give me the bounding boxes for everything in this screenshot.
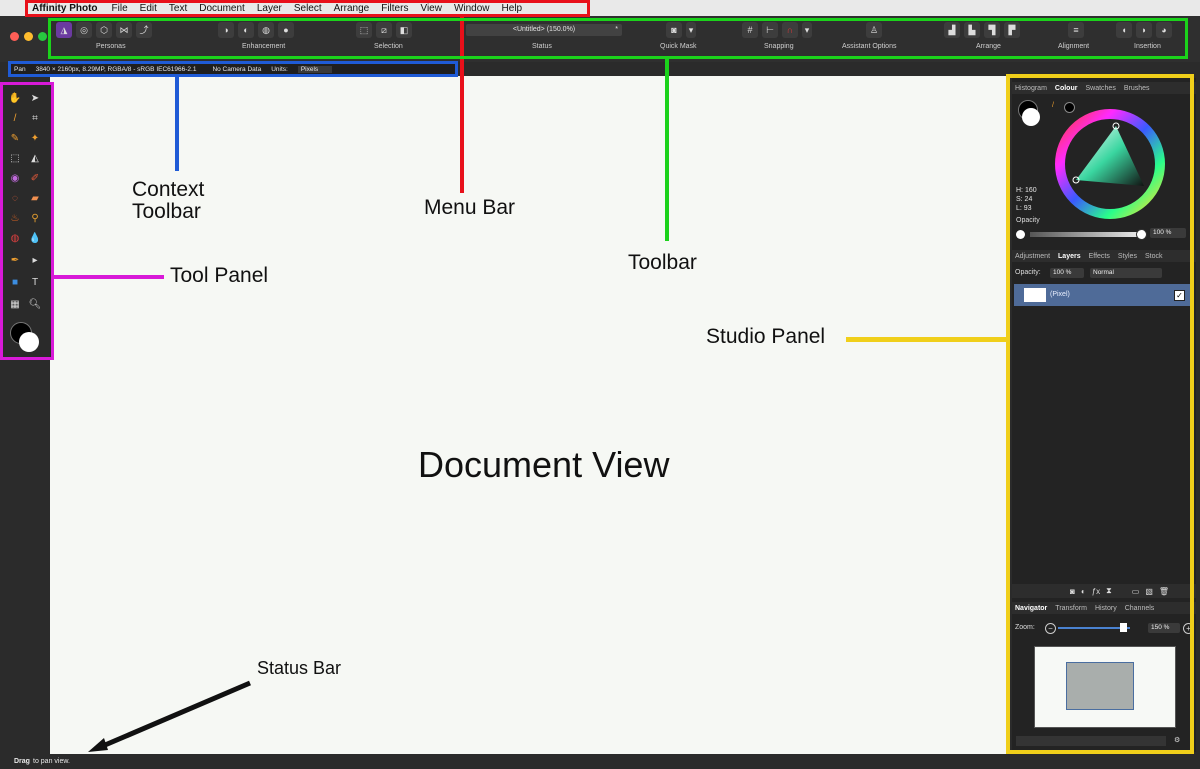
studio-panel-highlight bbox=[1006, 74, 1194, 754]
tool-panel-highlight bbox=[0, 82, 54, 360]
status-bar-annotation: Status Bar bbox=[257, 658, 342, 678]
context-toolbar-pointer bbox=[175, 77, 179, 171]
context-toolbar-annotation-line1: Context bbox=[132, 178, 205, 201]
status-bar: Drag to pan view. bbox=[0, 754, 1200, 769]
tool-panel-pointer bbox=[54, 275, 164, 279]
context-toolbar-annotation-line2: Toolbar bbox=[132, 200, 201, 223]
minimize-window-button[interactable] bbox=[24, 32, 33, 41]
menu-bar-highlight bbox=[25, 0, 590, 17]
toolbar-highlight bbox=[48, 18, 1188, 59]
toolbar-annotation: Toolbar bbox=[628, 251, 697, 274]
close-window-button[interactable] bbox=[10, 32, 19, 41]
zoom-window-button[interactable] bbox=[38, 32, 47, 41]
status-hint-bold: Drag bbox=[14, 758, 30, 765]
status-hint-text: to pan view. bbox=[33, 758, 70, 765]
studio-panel-pointer bbox=[846, 337, 1006, 342]
document-view-annotation: Document View bbox=[418, 444, 670, 485]
status-bar-arrow bbox=[88, 680, 251, 752]
apple-icon[interactable] bbox=[10, 2, 22, 14]
context-toolbar-highlight bbox=[8, 61, 458, 77]
tool-panel-annotation: Tool Panel bbox=[170, 264, 269, 287]
studio-panel-annotation: Studio Panel bbox=[706, 325, 826, 348]
menu-bar-annotation: Menu Bar bbox=[424, 196, 516, 219]
toolbar-pointer bbox=[665, 59, 669, 241]
